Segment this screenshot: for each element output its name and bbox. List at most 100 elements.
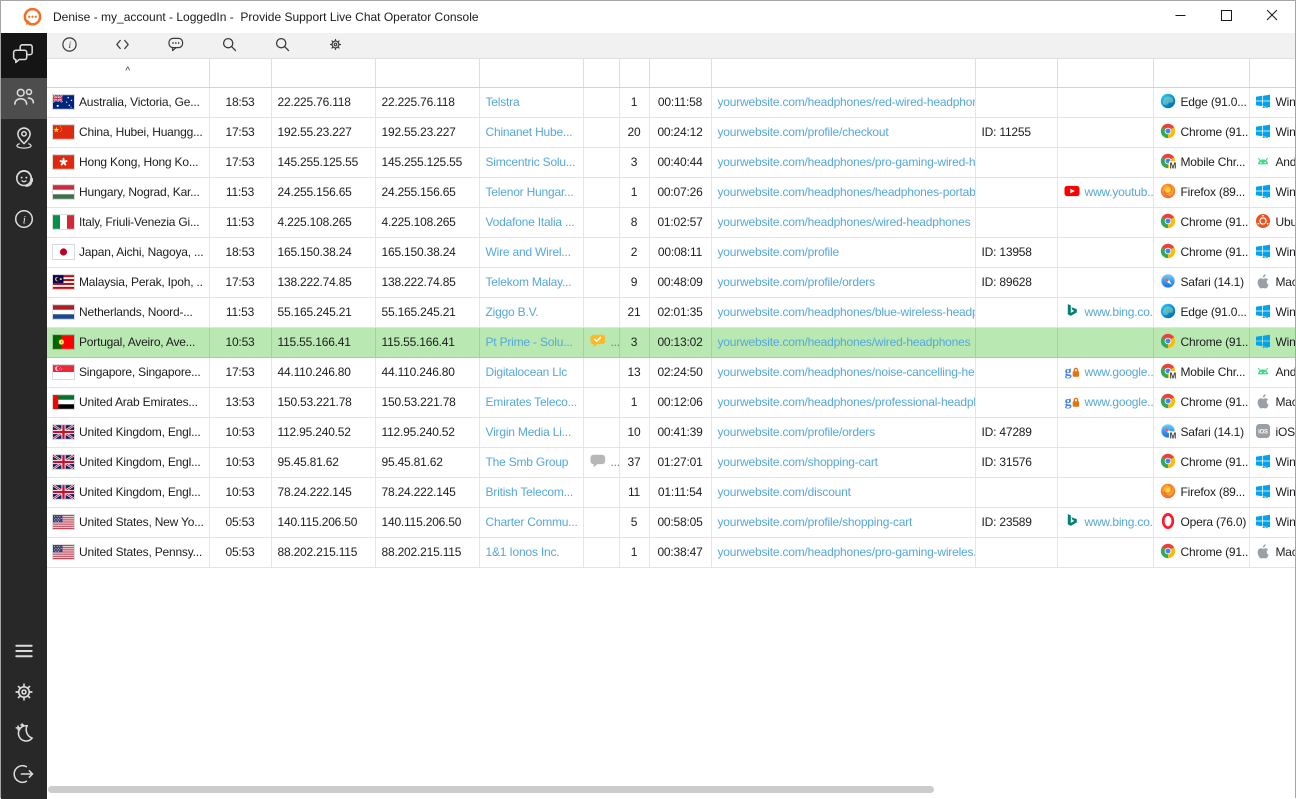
sidebar-item-info[interactable]: i	[1, 201, 47, 242]
column-header-chat[interactable]	[583, 59, 619, 87]
visitor-row[interactable]: Japan, Aichi, Nagoya, ...18:53165.150.38…	[47, 237, 1295, 267]
referrer-link[interactable]: www.google...	[1085, 395, 1154, 409]
cell-custom-fields	[975, 87, 1057, 117]
chat-answered-icon[interactable]	[590, 333, 606, 352]
visitor-row[interactable]: Hong Kong, Hong Ko...17:53145.255.125.55…	[47, 147, 1295, 177]
visitor-row[interactable]: China, Hubei, Huangg...17:53192.55.23.22…	[47, 117, 1295, 147]
isp-link[interactable]: Virgin Media Li...	[486, 425, 572, 439]
column-header-isp[interactable]	[479, 59, 583, 87]
current-page-link[interactable]: yourwebsite.com/profile/shopping-cart	[718, 515, 913, 529]
isp-link[interactable]: 1&1 Ionos Inc.	[486, 545, 560, 559]
isp-link[interactable]: Telekom Malay...	[486, 275, 572, 289]
toolbar-item-options[interactable]	[328, 37, 350, 55]
visitor-row[interactable]: Portugal, Aveiro, Ave...10:53115.55.166.…	[47, 327, 1295, 357]
visitor-row[interactable]: United Kingdom, Engl...10:5395.45.81.629…	[47, 447, 1295, 477]
isp-link[interactable]: Simcentric Solu...	[486, 155, 576, 169]
toolbar-item-navigations[interactable]	[115, 38, 137, 54]
visitor-row[interactable]: Singapore, Singapore...17:5344.110.246.8…	[47, 357, 1295, 387]
current-page-link[interactable]: yourwebsite.com/profile	[718, 245, 839, 259]
referrer-link[interactable]: www.youtub...	[1085, 185, 1154, 199]
column-header-current_page[interactable]	[711, 59, 975, 87]
chat-idle-icon[interactable]	[590, 453, 606, 472]
visitor-row[interactable]: United Kingdom, Engl...10:53112.95.240.5…	[47, 417, 1295, 447]
isp-link[interactable]: Vodafone Italia ...	[486, 215, 575, 229]
sidebar-item-logout[interactable]	[1, 756, 47, 797]
visitor-row[interactable]: Australia, Victoria, Ge...18:5322.225.76…	[47, 87, 1295, 117]
cell-current-page: yourwebsite.com/headphones/wired-headpho…	[711, 327, 975, 357]
current-page-link[interactable]: yourwebsite.com/headphones/professional-…	[718, 395, 976, 409]
sidebar-item-location-pin[interactable]	[1, 119, 47, 160]
isp-link[interactable]: Telenor Hungar...	[486, 185, 574, 199]
maximize-button[interactable]	[1203, 1, 1249, 33]
minimize-button[interactable]	[1157, 1, 1203, 33]
current-page-link[interactable]: yourwebsite.com/headphones/noise-cancell…	[718, 365, 976, 379]
isp-link[interactable]: The Smb Group	[486, 455, 569, 469]
info-circle-icon: i	[62, 37, 77, 55]
cell-location: Australia, Victoria, Ge...	[47, 87, 209, 117]
visitor-row[interactable]: United States, New Yo...05:53140.115.206…	[47, 507, 1295, 537]
current-page-link[interactable]: yourwebsite.com/headphones/wired-headpho…	[718, 335, 971, 349]
sidebar-item-visitors[interactable]	[1, 78, 47, 119]
close-button[interactable]	[1249, 1, 1295, 33]
column-header-local_time[interactable]	[209, 59, 271, 87]
column-header-os[interactable]	[1249, 59, 1295, 87]
current-page-link[interactable]: yourwebsite.com/profile/checkout	[718, 125, 889, 139]
visitor-row[interactable]: United Kingdom, Engl...10:5378.24.222.14…	[47, 477, 1295, 507]
current-page-link[interactable]: yourwebsite.com/profile/orders	[718, 425, 875, 439]
visitor-row[interactable]: Netherlands, Noord-...11:5355.165.245.21…	[47, 297, 1295, 327]
app-logo-icon	[22, 7, 43, 28]
isp-link[interactable]: British Telecom...	[486, 485, 574, 499]
current-page-link[interactable]: yourwebsite.com/discount	[718, 485, 851, 499]
current-page-link[interactable]: yourwebsite.com/profile/orders	[718, 275, 875, 289]
toolbar-item-find[interactable]	[222, 37, 244, 55]
column-header-browser[interactable]	[1153, 59, 1249, 87]
column-header-ip[interactable]	[271, 59, 375, 87]
sidebar-item-settings[interactable]	[1, 674, 47, 715]
sidebar-item-night-mode[interactable]	[1, 715, 47, 756]
isp-link[interactable]: Telstra	[486, 95, 520, 109]
isp-link[interactable]: Pt Prime - Solu...	[486, 335, 573, 349]
column-header-custom_fields[interactable]	[975, 59, 1057, 87]
isp-link[interactable]: Digitalocean Llc	[486, 365, 568, 379]
sidebar-item-chats[interactable]	[1, 33, 47, 78]
current-page-link[interactable]: yourwebsite.com/headphones/blue-wireless…	[718, 305, 976, 319]
visitor-row[interactable]: Malaysia, Perak, Ipoh, ...17:53138.222.7…	[47, 267, 1295, 297]
sidebar-item-operator[interactable]	[1, 160, 47, 201]
current-page-link[interactable]: yourwebsite.com/headphones/wired-headpho…	[718, 215, 971, 229]
column-header-referrer[interactable]	[1057, 59, 1153, 87]
referrer-link[interactable]: www.bing.co...	[1085, 305, 1154, 319]
isp-link[interactable]: Charter Commu...	[486, 515, 578, 529]
visitor-row[interactable]: United States, Pennsy...05:5388.202.215.…	[47, 537, 1295, 567]
main-area: i ^ Australia, Victoria, Ge...18:5322.22…	[47, 33, 1295, 799]
current-page-link[interactable]: yourwebsite.com/shopping-cart	[718, 455, 878, 469]
os-label: Win	[1276, 245, 1296, 259]
cell-duration: 00:41:39	[649, 417, 711, 447]
isp-link[interactable]: Wire and Wirel...	[486, 245, 571, 259]
visitor-row[interactable]: Italy, Friuli-Venezia Gi...11:534.225.10…	[47, 207, 1295, 237]
cell-local-time: 10:53	[209, 417, 271, 447]
referrer-link[interactable]: www.google...	[1085, 365, 1154, 379]
cell-local-time: 05:53	[209, 507, 271, 537]
isp-link[interactable]: Ziggo B.V.	[486, 305, 539, 319]
apple-icon	[1255, 543, 1271, 562]
toolbar-item-freeze-the-list[interactable]	[275, 37, 297, 55]
current-page-link[interactable]: yourwebsite.com/headphones/headphones-po…	[718, 185, 976, 199]
current-page-link[interactable]: yourwebsite.com/headphones/red-wired-hea…	[718, 95, 976, 109]
toolbar-item-proactive-chat[interactable]	[168, 37, 191, 55]
isp-link[interactable]: Emirates Teleco...	[486, 395, 578, 409]
column-header-hits[interactable]	[619, 59, 649, 87]
visitor-row[interactable]: United Arab Emirates...13:53150.53.221.7…	[47, 387, 1295, 417]
column-header-host[interactable]	[375, 59, 479, 87]
visitor-row[interactable]: Hungary, Nograd, Kar...11:5324.255.156.6…	[47, 177, 1295, 207]
column-header-duration[interactable]	[649, 59, 711, 87]
horizontal-scrollbar-thumb[interactable]	[48, 786, 934, 793]
current-page-link[interactable]: yourwebsite.com/headphones/pro-gaming-wi…	[718, 545, 976, 559]
toolbar-item-general-info[interactable]: i	[62, 37, 84, 55]
sidebar-item-menu[interactable]	[1, 633, 47, 674]
isp-link[interactable]: Chinanet Hube...	[486, 125, 573, 139]
referrer-link[interactable]: www.bing.co...	[1085, 515, 1154, 529]
location-text: Hong Kong, Hong Ko...	[79, 155, 198, 169]
column-header-location[interactable]: ^	[47, 59, 209, 87]
current-page-link[interactable]: yourwebsite.com/headphones/pro-gaming-wi…	[718, 155, 976, 169]
cell-local-time: 10:53	[209, 327, 271, 357]
